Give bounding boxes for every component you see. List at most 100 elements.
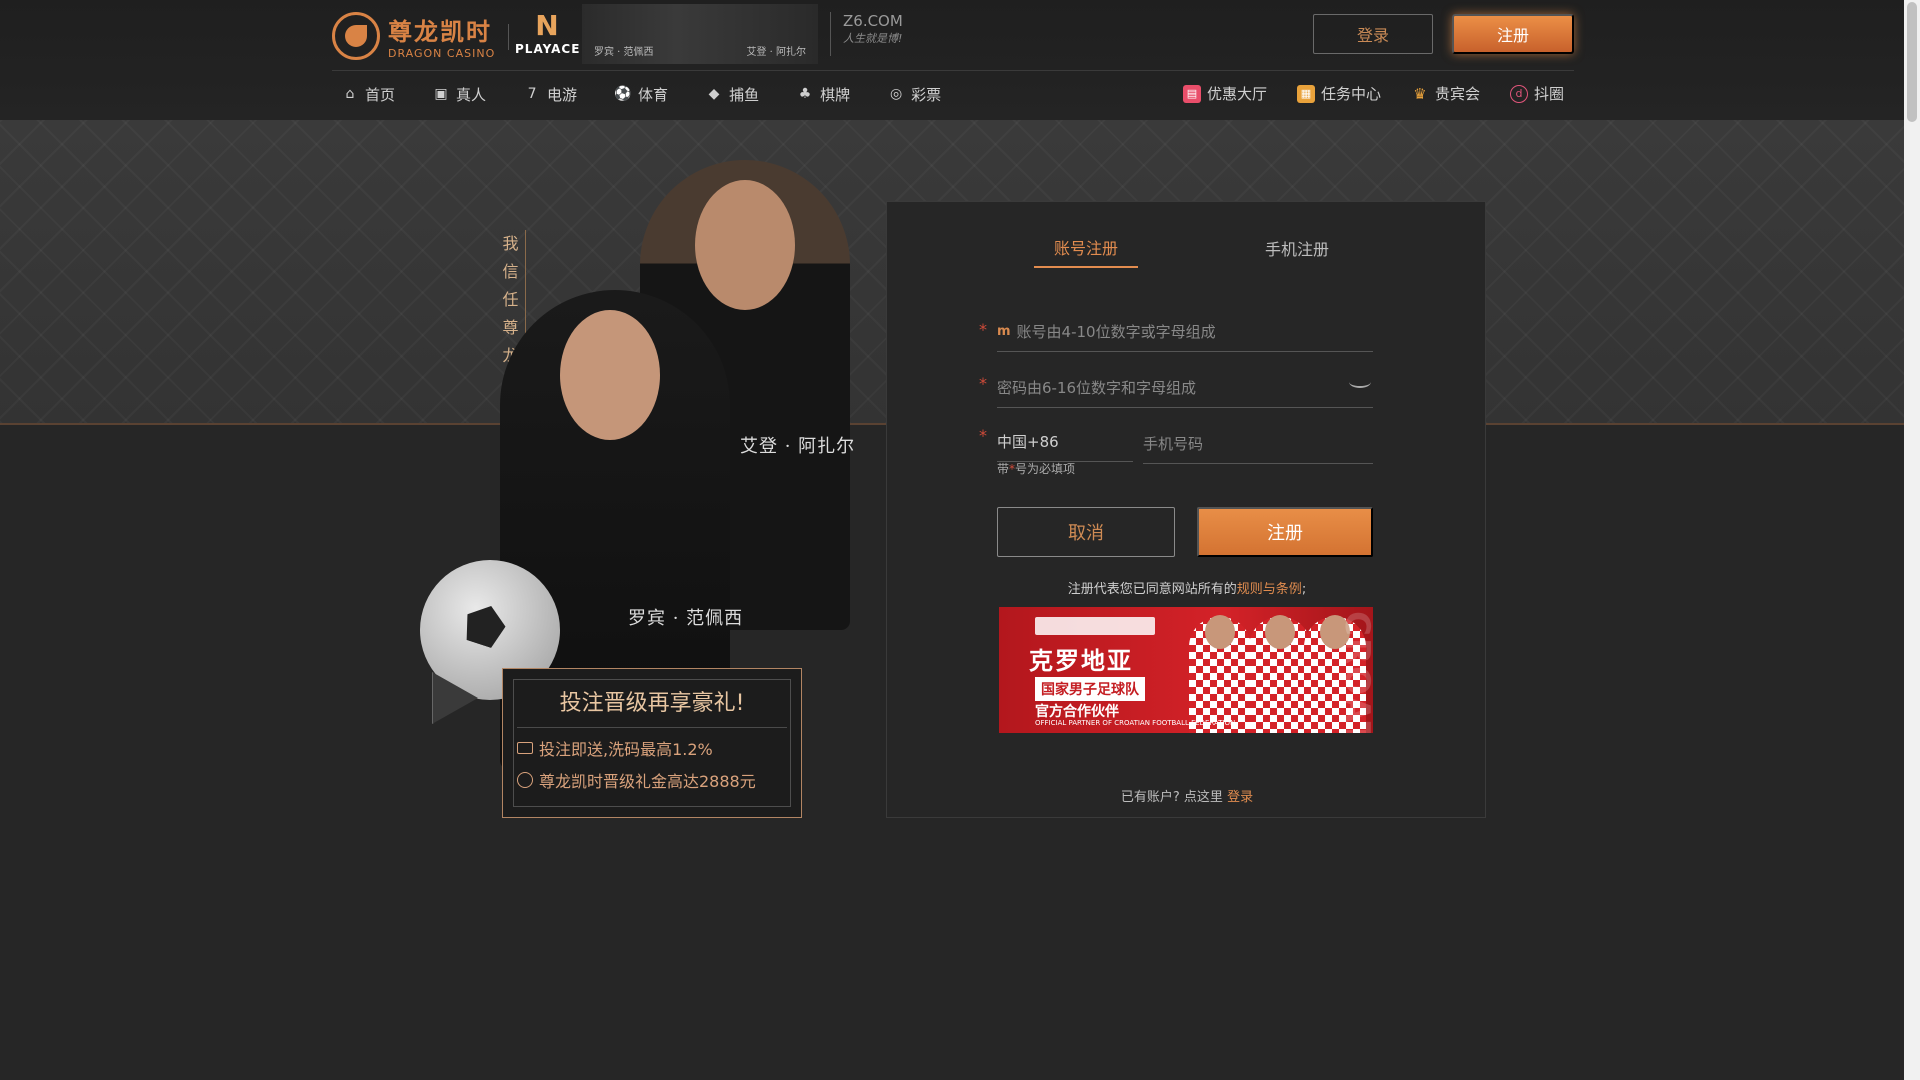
- required-asterisk: *: [979, 374, 987, 393]
- promo-title: 投注晋级再享豪礼!: [517, 685, 787, 728]
- ambassador-promo-art: 我 信 任 尊 龙 凯 时 ! 艾登 · 阿扎尔 罗宾 · 范佩西 投注晋级再享…: [410, 150, 890, 830]
- eye-closed-icon[interactable]: [1349, 376, 1373, 390]
- register-submit-button[interactable]: 注册: [1197, 507, 1373, 557]
- douquan-icon: d: [1509, 84, 1528, 103]
- croatia-partner-banner[interactable]: CROATIA 克罗地亚 国家男子足球队 官方合作伙伴 OFFICIAL PAR…: [999, 607, 1373, 733]
- croatia-title: 克罗地亚: [1029, 647, 1133, 675]
- nav-label: 捕鱼: [729, 85, 760, 104]
- header-login-button[interactable]: 登录: [1313, 14, 1433, 54]
- username-placeholder: 账号由4-10位数字或字母组成: [1016, 323, 1216, 341]
- username-field[interactable]: m 账号由4-10位数字或字母组成: [997, 312, 1373, 352]
- gift-icon: ▤: [1182, 84, 1201, 103]
- playace-wordmark: PLAYACE: [515, 42, 581, 56]
- nav-label: 真人: [456, 85, 487, 104]
- dragon-logo-icon: [332, 12, 380, 60]
- nav-item-promotions[interactable]: ▤ 优惠大厅: [1182, 83, 1267, 104]
- hint-prefix: 带: [997, 462, 1010, 476]
- main-nav: ⌂ 首页 ▣ 真人 7 电游 ⚽ 体育 ◆ 捕鱼 ♣ 棋牌 ◎ 彩票: [342, 82, 979, 106]
- required-asterisk: *: [979, 320, 987, 339]
- terms-end: ;: [1301, 582, 1307, 597]
- slogan-char: 尊: [502, 318, 519, 337]
- promo-line-bonus: 尊龙凯时晋级礼金高达2888元: [517, 768, 787, 792]
- nav-item-sports[interactable]: ⚽ 体育: [614, 82, 669, 106]
- cancel-button[interactable]: 取消: [997, 507, 1175, 557]
- registration-tabs: 账号注册 手机注册: [887, 228, 1487, 268]
- logo-text: 尊龙凯时 DRAGON CASINO: [388, 12, 495, 60]
- nav-item-home[interactable]: ⌂ 首页: [342, 82, 395, 106]
- logo-english-name: DRAGON CASINO: [388, 47, 496, 60]
- playace-logo: N PLAYACE: [515, 10, 579, 62]
- nav-item-chess[interactable]: ♣ 棋牌: [797, 82, 850, 106]
- login-hint-text: 已有账户? 点这里: [1120, 790, 1223, 805]
- required-asterisk: *: [979, 426, 987, 445]
- nav-item-vip[interactable]: ♛ 贵宾会: [1411, 83, 1480, 104]
- username-prefix: m: [997, 324, 1011, 339]
- slogan-char: 信: [502, 262, 519, 281]
- country-code-select[interactable]: 中国+86: [997, 422, 1133, 462]
- required-hint: 带*号为必填项: [997, 460, 1075, 477]
- scrollbar-thumb[interactable]: [1907, 2, 1917, 122]
- nav-divider: [332, 70, 1574, 71]
- password-placeholder: 密码由6-16位数字和字母组成: [997, 379, 1197, 397]
- nav-label: 优惠大厅: [1206, 85, 1267, 103]
- terms-text: 注册代表您已同意网站所有的: [1067, 582, 1237, 597]
- registration-panel: 账号注册 手机注册 * m 账号由4-10位数字或字母组成 * 密码由6-16位…: [886, 201, 1486, 818]
- tab-account-register[interactable]: 账号注册: [1034, 228, 1138, 268]
- slogan-char: 我: [502, 234, 519, 253]
- header-ambassador-banner: 罗宾 · 范佩西 艾登 · 阿扎尔: [582, 4, 818, 64]
- lottery-icon: ◎: [889, 86, 903, 102]
- banner-name-1: 罗宾 · 范佩西: [594, 47, 654, 58]
- cards-icon: ▣: [434, 86, 448, 102]
- promo-line-text: 投注即送,洗码最高1.2%: [539, 740, 713, 759]
- gear-icon: [517, 772, 533, 788]
- croatia-vertical-text: CROATIA: [1337, 611, 1373, 733]
- page-scrollbar[interactable]: [1904, 0, 1920, 1080]
- task-icon: ▦: [1296, 84, 1315, 103]
- terms-link[interactable]: 规则与条例: [1237, 582, 1302, 597]
- nav-label: 抖圈: [1533, 85, 1564, 103]
- login-link[interactable]: 登录: [1227, 790, 1253, 805]
- promo-box: 投注晋级再享豪礼! 投注即送,洗码最高1.2% 尊龙凯时晋级礼金高达2888元: [502, 668, 802, 818]
- nav-item-slots[interactable]: 7 电游: [524, 82, 577, 106]
- nav-label: 首页: [365, 85, 396, 104]
- z6-domain: Z6.COM: [843, 12, 903, 30]
- phone-placeholder: 手机号码: [1143, 435, 1204, 453]
- z6-slogan: 人生就是博!: [843, 32, 903, 45]
- site-header: 尊龙凯时 DRAGON CASINO N PLAYACE 罗宾 · 范佩西 艾登…: [0, 0, 1904, 120]
- fish-icon: ◆: [708, 86, 720, 102]
- signature-name-hazard: 艾登 · 阿扎尔: [740, 436, 856, 457]
- nav-item-lottery[interactable]: ◎ 彩票: [888, 82, 941, 106]
- slogan-char: 任: [502, 290, 519, 309]
- brand-logo[interactable]: 尊龙凯时 DRAGON CASINO: [332, 10, 502, 62]
- sports-icon: ⚽: [614, 86, 632, 102]
- promo-line-rebate: 投注即送,洗码最高1.2%: [517, 736, 787, 760]
- promo-line-text: 尊龙凯时晋级礼金高达2888元: [539, 772, 756, 791]
- chess-icon: ♣: [798, 86, 812, 102]
- logo-chinese-name: 尊龙凯时: [388, 17, 492, 46]
- header-inner: 尊龙凯时 DRAGON CASINO N PLAYACE 罗宾 · 范佩西 艾登…: [332, 0, 1574, 120]
- nav-label: 贵宾会: [1434, 85, 1480, 103]
- nav-item-tasks[interactable]: ▦ 任务中心: [1296, 83, 1381, 104]
- secondary-nav: ▤ 优惠大厅 ▦ 任务中心 ♛ 贵宾会 d 抖圈: [1153, 83, 1564, 104]
- playace-mark-icon: N: [535, 9, 559, 42]
- header-register-button[interactable]: 注册: [1452, 14, 1574, 54]
- home-icon: ⌂: [345, 86, 355, 102]
- croatia-subtitle: 国家男子足球队: [1035, 677, 1145, 701]
- nav-item-live[interactable]: ▣ 真人: [433, 82, 486, 106]
- phone-number-field[interactable]: 手机号码: [1143, 424, 1373, 464]
- nav-item-fishing[interactable]: ◆ 捕鱼: [706, 82, 759, 106]
- login-hint: 已有账户? 点这里 登录: [887, 786, 1487, 805]
- nav-item-douquan[interactable]: d 抖圈: [1509, 83, 1564, 104]
- tab-phone-register[interactable]: 手机注册: [1247, 228, 1347, 268]
- logo-divider: [508, 24, 509, 50]
- nav-label: 棋牌: [820, 85, 851, 104]
- card-icon: [517, 742, 533, 754]
- terms-notice: 注册代表您已同意网站所有的规则与条例;: [887, 578, 1487, 597]
- hint-suffix: 号为必填项: [1015, 462, 1076, 476]
- nav-label: 任务中心: [1320, 85, 1381, 103]
- z6-domain-badge: Z6.COM 人生就是博!: [830, 12, 910, 56]
- password-field[interactable]: 密码由6-16位数字和字母组成: [997, 368, 1373, 408]
- nav-label: 体育: [638, 85, 669, 104]
- player-image: [1189, 615, 1251, 733]
- banner-name-2: 艾登 · 阿扎尔: [746, 47, 806, 58]
